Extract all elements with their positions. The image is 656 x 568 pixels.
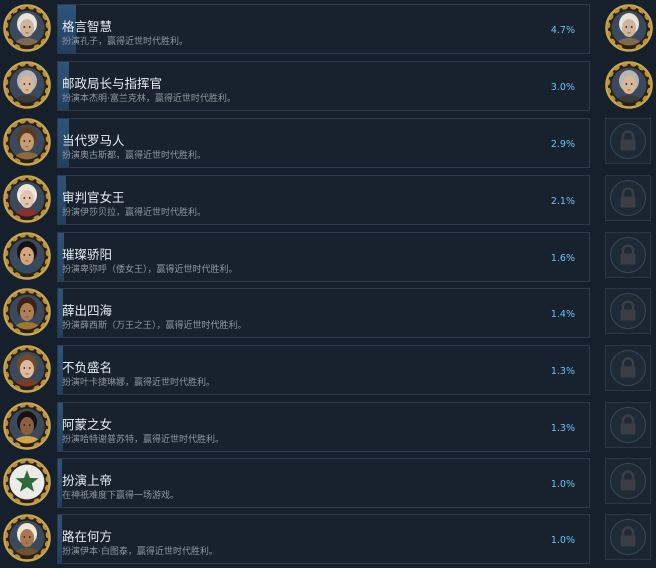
achievement-card: 不负盛名扮演叶卡捷琳娜，赢得近世时代胜利。 1.3% bbox=[57, 345, 590, 395]
unlock-percent: 4.7% bbox=[550, 25, 575, 36]
emperor-portrait-icon bbox=[3, 118, 51, 166]
achievement-description: 扮演奥古斯都，赢得近世时代胜利。 bbox=[62, 151, 207, 161]
achievement-row[interactable]: 扮演上帝在神祇难度下赢得一场游戏。 1.0% bbox=[0, 458, 656, 512]
traveler-portrait-icon bbox=[3, 514, 51, 562]
achievement-card: 格言智慧扮演孔子，赢得近世时代胜利。 4.7% bbox=[57, 4, 590, 54]
achievement-card: 邮政局长与指挥官扮演本杰明·富兰克林，赢得近世时代胜利。 3.0% bbox=[57, 61, 590, 111]
achievement-list: 格言智慧扮演孔子，赢得近世时代胜利。 4.7% 邮政局长与指挥官扮演本杰明·富兰克林… bbox=[0, 0, 656, 568]
achievement-title: 扮演上帝 bbox=[62, 473, 113, 488]
achievement-description: 扮演哈特谢普苏特，赢得近世时代胜利。 bbox=[62, 435, 225, 445]
unlock-percent: 3.0% bbox=[550, 82, 575, 93]
unlock-percent: 1.4% bbox=[550, 309, 575, 320]
achievement-description: 扮演伊本·白图泰，赢得近世时代胜利。 bbox=[62, 547, 218, 557]
achievement-card: 璀璨骄阳扮演卑弥呼（倭女王），赢得近世时代胜利。 1.6% bbox=[57, 232, 590, 282]
unlock-percent: 2.1% bbox=[550, 196, 575, 207]
achievement-description: 在神祇难度下赢得一场游戏。 bbox=[62, 491, 180, 501]
achievement-description: 扮演孔子，赢得近世时代胜利。 bbox=[62, 37, 189, 47]
achievement-title: 路在何方 bbox=[62, 529, 113, 544]
achievement-title: 邮政局长与指挥官 bbox=[62, 76, 163, 91]
achievement-description: 扮演叶卡捷琳娜，赢得近世时代胜利。 bbox=[62, 378, 216, 388]
lock-icon bbox=[605, 458, 651, 504]
unlock-percent: 1.3% bbox=[550, 366, 575, 377]
achievement-card: 路在何方扮演伊本·白图泰，赢得近世时代胜利。 1.0% bbox=[57, 514, 590, 564]
unlock-percent: 1.0% bbox=[550, 479, 575, 490]
priestess-portrait-icon bbox=[3, 232, 51, 280]
achievement-row[interactable]: 邮政局长与指挥官扮演本杰明·富兰克林，赢得近世时代胜利。 3.0% bbox=[0, 61, 656, 115]
achievement-row[interactable]: 格言智慧扮演孔子，赢得近世时代胜利。 4.7% bbox=[0, 4, 656, 58]
achievement-card: 审判官女王扮演伊莎贝拉，赢得近世时代胜利。 2.1% bbox=[57, 175, 590, 225]
lock-icon bbox=[605, 402, 651, 448]
star-emblem-icon bbox=[3, 458, 51, 506]
achievement-row[interactable]: 璀璨骄阳扮演卑弥呼（倭女王），赢得近世时代胜利。 1.6% bbox=[0, 232, 656, 286]
achievement-description: 扮演薛西斯（万王之王），赢得近世时代胜利。 bbox=[62, 321, 247, 331]
achievement-description: 扮演伊莎贝拉，赢得近世时代胜利。 bbox=[62, 208, 207, 218]
sage-portrait-icon bbox=[605, 4, 653, 52]
queen-portrait-icon bbox=[3, 175, 51, 223]
achievement-row[interactable]: 薛出四海扮演薛西斯（万王之王），赢得近世时代胜利。 1.4% bbox=[0, 288, 656, 342]
unlock-percent: 1.6% bbox=[550, 253, 575, 264]
achievement-title: 审判官女王 bbox=[62, 190, 125, 205]
achievement-card: 薛出四海扮演薛西斯（万王之王），赢得近世时代胜利。 1.4% bbox=[57, 288, 590, 338]
statesman-portrait-icon bbox=[605, 61, 653, 109]
unlock-percent: 1.3% bbox=[550, 423, 575, 434]
statesman-portrait-icon bbox=[3, 61, 51, 109]
achievement-row[interactable]: 路在何方扮演伊本·白图泰，赢得近世时代胜利。 1.0% bbox=[0, 514, 656, 568]
empress-portrait-icon bbox=[3, 345, 51, 393]
lock-icon bbox=[605, 345, 651, 391]
sage-portrait-icon bbox=[3, 4, 51, 52]
achievement-card: 当代罗马人扮演奥古斯都，赢得近世时代胜利。 2.9% bbox=[57, 118, 590, 168]
achievement-card: 阿蒙之女扮演哈特谢普苏特，赢得近世时代胜利。 1.3% bbox=[57, 402, 590, 452]
lock-icon bbox=[605, 514, 651, 560]
achievement-title: 不负盛名 bbox=[62, 360, 113, 375]
achievement-row[interactable]: 当代罗马人扮演奥古斯都，赢得近世时代胜利。 2.9% bbox=[0, 118, 656, 172]
achievement-card: 扮演上帝在神祇难度下赢得一场游戏。 1.0% bbox=[57, 458, 590, 508]
lock-icon bbox=[605, 288, 651, 334]
lock-icon bbox=[605, 175, 651, 221]
unlock-percent: 2.9% bbox=[550, 139, 575, 150]
achievement-title: 当代罗马人 bbox=[62, 133, 125, 148]
achievement-title: 璀璨骄阳 bbox=[62, 247, 113, 262]
pharaoh-portrait-icon bbox=[3, 402, 51, 450]
achievement-row[interactable]: 阿蒙之女扮演哈特谢普苏特，赢得近世时代胜利。 1.3% bbox=[0, 402, 656, 456]
achievement-title: 格言智慧 bbox=[62, 19, 113, 34]
lock-icon bbox=[605, 232, 651, 278]
achievement-description: 扮演本杰明·富兰克林，赢得近世时代胜利。 bbox=[62, 94, 236, 104]
achievement-title: 薛出四海 bbox=[62, 303, 113, 318]
unlock-percent: 1.0% bbox=[550, 535, 575, 546]
achievement-row[interactable]: 审判官女王扮演伊莎贝拉，赢得近世时代胜利。 2.1% bbox=[0, 175, 656, 229]
king-portrait-icon bbox=[3, 288, 51, 336]
achievement-title: 阿蒙之女 bbox=[62, 417, 113, 432]
achievement-row[interactable]: 不负盛名扮演叶卡捷琳娜，赢得近世时代胜利。 1.3% bbox=[0, 345, 656, 399]
lock-icon bbox=[605, 118, 651, 164]
achievement-description: 扮演卑弥呼（倭女王），赢得近世时代胜利。 bbox=[62, 265, 238, 275]
